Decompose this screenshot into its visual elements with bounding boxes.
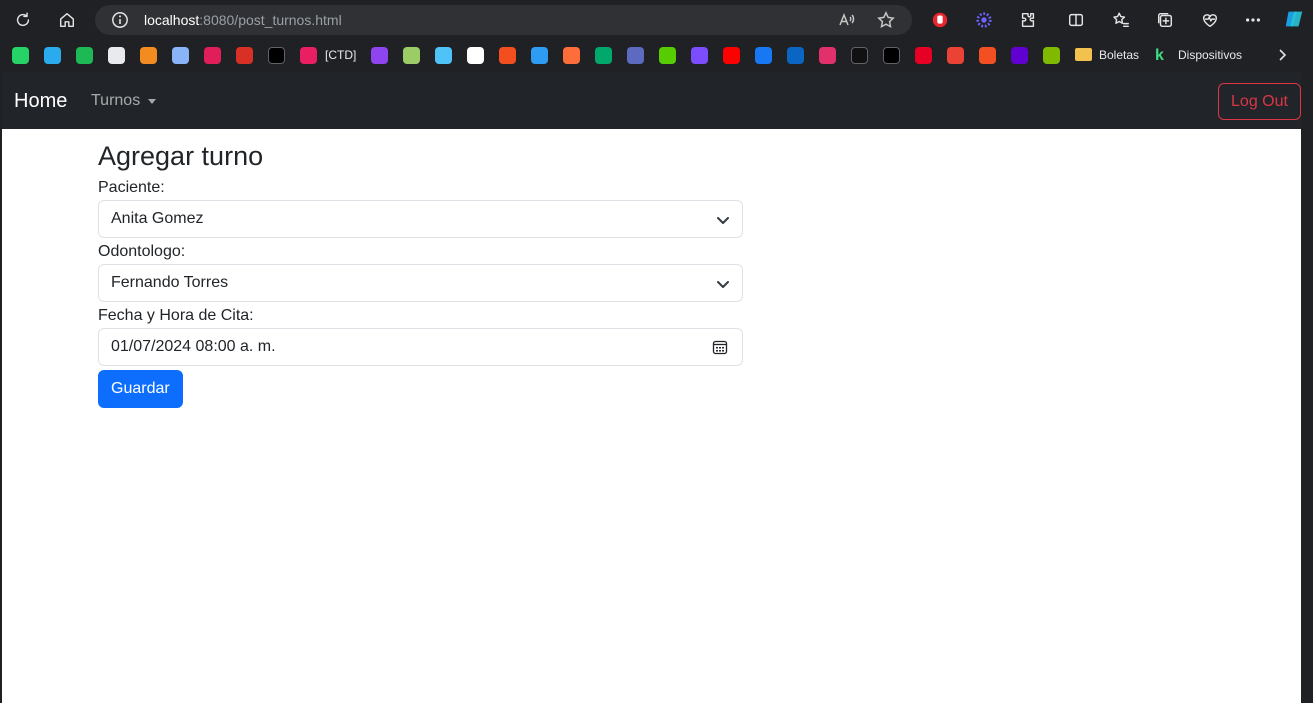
url-host: localhost (144, 12, 200, 28)
web-page: Home Turnos Log Out Agregar turno Pacien… (2, 72, 1301, 703)
paciente-selected-value: Anita Gomez (111, 210, 204, 228)
agregar-turno-form: Agregar turno Paciente: Anita Gomez Odon… (98, 140, 743, 409)
bookmark-ctd-label[interactable]: [CTD] (325, 48, 356, 62)
telegram-bookmark-icon[interactable] (44, 47, 61, 64)
orange-circle-bookmark-icon[interactable] (563, 47, 580, 64)
caret-down-icon (148, 98, 157, 104)
adblock-extension-icon[interactable] (928, 8, 952, 32)
guardar-button[interactable]: Guardar (98, 370, 183, 409)
fecha-hora-value: 01/07/2024 08:00 a. m. (111, 338, 276, 356)
bookmarks-bar: [CTD] Boletas k Dispositivos (0, 40, 1313, 72)
ctd-bookmark-icon[interactable] (300, 47, 317, 64)
tiktok-bookmark-icon[interactable] (851, 47, 868, 64)
fecha-hora-input[interactable]: 01/07/2024 08:00 a. m. (98, 328, 743, 367)
address-bar[interactable]: localhost:8080/post_turnos.html (95, 5, 912, 35)
fecha-hora-label: Fecha y Hora de Cita: (98, 307, 254, 325)
home-button[interactable] (53, 6, 81, 34)
odontologo-select[interactable]: Fernando Torres (98, 264, 743, 303)
instagram-bookmark-icon[interactable] (819, 47, 836, 64)
chatgpt-bookmark-icon[interactable] (108, 47, 125, 64)
microsoft-bookmark-icon[interactable] (979, 47, 996, 64)
collections-button[interactable] (1151, 6, 1179, 34)
chevron-down-icon (716, 213, 730, 227)
favorites-list-icon (1113, 12, 1129, 28)
bookmark-dispositivos[interactable]: Dispositivos (1178, 48, 1242, 62)
home-icon (59, 12, 75, 28)
puzzle-icon (1021, 12, 1035, 28)
youtube-bookmark-icon[interactable] (723, 47, 740, 64)
chat-green-bookmark-icon[interactable] (595, 47, 612, 64)
read-aloud-icon[interactable] (838, 11, 856, 29)
onek-bookmark-icon[interactable] (236, 47, 253, 64)
navbar-brand-home[interactable]: Home (14, 90, 67, 113)
bookmark-boletas[interactable]: Boletas (1099, 48, 1139, 62)
page-title: Agregar turno (98, 141, 264, 171)
facebook-bookmark-icon[interactable] (755, 47, 772, 64)
reload-icon (16, 12, 30, 27)
heart-pulse-icon (1202, 14, 1218, 28)
navbar: Home Turnos Log Out (2, 72, 1301, 129)
favorites-button[interactable] (1107, 6, 1135, 34)
proton-bookmark-icon[interactable] (371, 47, 388, 64)
split-screen-button[interactable] (1062, 6, 1090, 34)
duolingo-bookmark-icon[interactable] (659, 47, 676, 64)
slack-bookmark-icon[interactable] (204, 47, 221, 64)
s-purple-bookmark-icon[interactable] (691, 47, 708, 64)
extension-gear-icon[interactable] (972, 8, 996, 32)
collections-icon (1157, 12, 1173, 28)
pinterest-bookmark-icon[interactable] (915, 47, 932, 64)
microsoft-2-bookmark-icon[interactable] (1043, 47, 1060, 64)
linkedin-bookmark-icon[interactable] (787, 47, 804, 64)
odontologo-label: Odontologo: (98, 243, 186, 261)
turnos-dropdown[interactable]: Turnos (91, 92, 157, 110)
site-info-icon[interactable] (111, 11, 129, 29)
window-border-right (1301, 72, 1313, 703)
paciente-label: Paciente: (98, 179, 165, 197)
k-bookmark-icon[interactable]: k (1155, 47, 1172, 64)
more-dots-icon (1245, 18, 1261, 22)
split-screen-icon (1068, 13, 1084, 27)
chevron-down-icon (716, 277, 730, 291)
vscode-bookmark-icon[interactable] (531, 47, 548, 64)
browser-toolbar: localhost:8080/post_turnos.html (0, 0, 1313, 40)
yahoo-mail-bookmark-icon[interactable] (1011, 47, 1028, 64)
gmail-m-bookmark-icon[interactable] (140, 47, 157, 64)
more-options-button[interactable] (1239, 6, 1267, 34)
paciente-select[interactable]: Anita Gomez (98, 200, 743, 239)
logout-button[interactable]: Log Out (1218, 83, 1301, 120)
window-bookmark-icon[interactable] (435, 47, 452, 64)
odontologo-selected-value: Fernando Torres (111, 274, 229, 292)
folder-icon[interactable] (1075, 48, 1092, 61)
r-icon-bookmark-icon[interactable] (627, 47, 644, 64)
copilot-icon[interactable] (1282, 7, 1306, 31)
calendar-icon[interactable] (712, 339, 728, 355)
gmail-bookmark-icon[interactable] (947, 47, 964, 64)
url-text: localhost:8080/post_turnos.html (144, 12, 342, 28)
dm-bookmark-icon[interactable] (268, 47, 285, 64)
whatsapp-bookmark-icon[interactable] (12, 47, 29, 64)
spotify-bookmark-icon[interactable] (76, 47, 93, 64)
url-path: :8080/post_turnos.html (199, 12, 342, 28)
github-bookmark-icon[interactable] (467, 47, 484, 64)
reload-button[interactable] (9, 6, 37, 34)
browser-essentials-button[interactable] (1196, 6, 1224, 34)
gemini-bookmark-icon[interactable] (172, 47, 189, 64)
chevron-right-icon[interactable] (1273, 46, 1291, 64)
favorite-star-icon[interactable] (877, 11, 895, 29)
green-diamond-bookmark-icon[interactable] (403, 47, 420, 64)
extensions-button[interactable] (1014, 6, 1042, 34)
figma-bookmark-icon[interactable] (499, 47, 516, 64)
turnos-dropdown-label: Turnos (91, 92, 141, 109)
x-bookmark-icon[interactable] (883, 47, 900, 64)
